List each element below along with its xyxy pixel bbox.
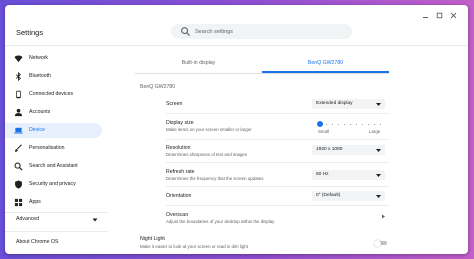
chevron-down-icon <box>376 194 381 198</box>
maximize-button[interactable] <box>432 9 446 21</box>
resolution-value: 1920 x 1080 <box>316 147 343 153</box>
wifi-icon <box>14 55 23 63</box>
slider-tick <box>356 123 357 125</box>
sidebar-item-label: Accounts <box>29 109 51 115</box>
sidebar-item-search-assistant[interactable]: Search and Assistant <box>5 159 102 174</box>
sidebar-item-label: Network <box>29 55 49 61</box>
row-divider <box>166 205 389 206</box>
row-divider <box>166 113 389 114</box>
screen-select[interactable]: Extended display <box>312 99 385 109</box>
display-size-desc: Make items on your screen smaller or lar… <box>166 127 252 132</box>
sidebar-item-label: Device <box>29 127 45 133</box>
sidebar-item-label: Personalisation <box>29 145 65 151</box>
display-size-large-label: Large <box>369 129 381 134</box>
slider-tick <box>338 123 339 125</box>
sidebar-item-apps[interactable]: Apps <box>5 195 102 210</box>
search-icon <box>14 162 23 171</box>
brush-icon <box>15 144 22 152</box>
search-icon <box>181 27 190 36</box>
sidebar-item-accounts[interactable]: Accounts <box>5 105 102 120</box>
sidebar-item-label: Connected devices <box>29 91 74 97</box>
shield-icon <box>15 180 22 189</box>
search-box[interactable] <box>171 24 352 39</box>
night-light-label: Night Light <box>140 236 165 242</box>
sidebar-item-label: Security and privacy <box>29 181 76 187</box>
sidebar-item-network[interactable]: Network <box>5 51 102 66</box>
row-divider <box>166 139 389 140</box>
screen-label: Screen <box>166 101 183 107</box>
resolution-label: Resolution <box>166 145 191 151</box>
toggle-knob <box>374 239 381 247</box>
device-display-page: Built-in display BenQ GW2780 BenQ GW2780… <box>135 46 389 254</box>
apps-grid-icon <box>14 198 23 207</box>
sidebar-divider <box>5 231 108 232</box>
sidebar-item-security-privacy[interactable]: Security and privacy <box>5 177 102 192</box>
slider-tick <box>326 123 327 125</box>
row-divider <box>166 162 389 163</box>
sidebar-item-device[interactable]: Device <box>5 123 102 138</box>
night-light-toggle[interactable] <box>374 239 387 247</box>
sidebar-about-chrome-os[interactable]: About Chrome OS <box>16 239 58 245</box>
tab-built-in-display[interactable]: Built-in display <box>135 54 262 72</box>
resolution-select[interactable]: 1920 x 1080 <box>312 145 385 155</box>
settings-window: Settings Network <box>5 5 468 254</box>
sidebar-divider <box>5 212 108 213</box>
slider-tick <box>362 123 363 125</box>
overscan-label[interactable]: Overscan <box>166 212 188 218</box>
slider-tick <box>350 123 351 125</box>
sidebar-item-connected-devices[interactable]: Connected devices <box>5 87 102 102</box>
sidebar-item-bluetooth[interactable]: Bluetooth <box>5 69 102 84</box>
night-light-desc: Make it easier to look at your screen or… <box>140 244 248 249</box>
window-controls <box>418 9 460 21</box>
refresh-rate-desc: Determines the frequency that the screen… <box>166 176 264 181</box>
resolution-desc: Determines sharpness of text and images <box>166 152 248 157</box>
chevron-down-icon <box>376 173 381 177</box>
refresh-rate-label: Refresh rate <box>166 169 195 175</box>
display-size-label: Display size <box>166 120 194 126</box>
display-size-slider-knob[interactable] <box>317 121 323 127</box>
laptop-icon <box>14 127 23 134</box>
bluetooth-icon <box>15 72 21 81</box>
maximize-icon <box>436 12 442 18</box>
person-icon <box>14 108 23 117</box>
sidebar-advanced[interactable]: Advanced <box>16 216 39 222</box>
orientation-label: Orientation <box>166 193 192 199</box>
slider-tick <box>332 123 333 125</box>
tab-benq-gw2780[interactable]: BenQ GW2780 <box>262 54 389 72</box>
refresh-rate-value: 60 Hz <box>316 172 329 178</box>
sidebar-item-label: Apps <box>29 199 41 205</box>
sidebar-item-label: Search and Assistant <box>29 163 78 169</box>
orientation-select[interactable]: 0° (Default) <box>312 191 385 201</box>
tab-divider <box>135 72 389 74</box>
sidebar-item-personalisation[interactable]: Personalisation <box>5 141 102 156</box>
phone-icon <box>16 90 21 99</box>
title-bar: Settings <box>5 5 468 45</box>
overscan-desc: Adjust the boundaries of your desktop wi… <box>166 219 275 224</box>
chevron-down-icon <box>376 148 381 152</box>
slider-tick <box>380 123 381 125</box>
close-icon <box>450 12 456 18</box>
minimize-button[interactable] <box>418 9 432 21</box>
chevron-down-icon <box>376 102 381 106</box>
app-title: Settings <box>16 28 44 37</box>
close-button[interactable] <box>446 9 460 21</box>
screen-value: Extended display <box>316 101 353 107</box>
slider-tick <box>344 123 345 125</box>
display-size-small-label: Small <box>318 129 329 134</box>
sidebar-item-label: Bluetooth <box>29 73 51 79</box>
minimize-icon <box>422 16 428 18</box>
display-heading: BenQ GW2780 <box>140 84 176 90</box>
slider-tick <box>374 123 375 125</box>
arrow-right-icon[interactable] <box>381 214 386 219</box>
orientation-value: 0° (Default) <box>316 193 341 199</box>
slider-tick <box>368 123 369 125</box>
display-size-slider-track[interactable] <box>320 123 382 125</box>
search-input[interactable] <box>195 26 345 37</box>
sidebar: Network Bluetooth Connected devices Acco… <box>5 46 108 254</box>
caret-down-icon[interactable] <box>92 218 98 222</box>
refresh-rate-select[interactable]: 60 Hz <box>312 170 385 180</box>
row-divider <box>166 186 389 187</box>
